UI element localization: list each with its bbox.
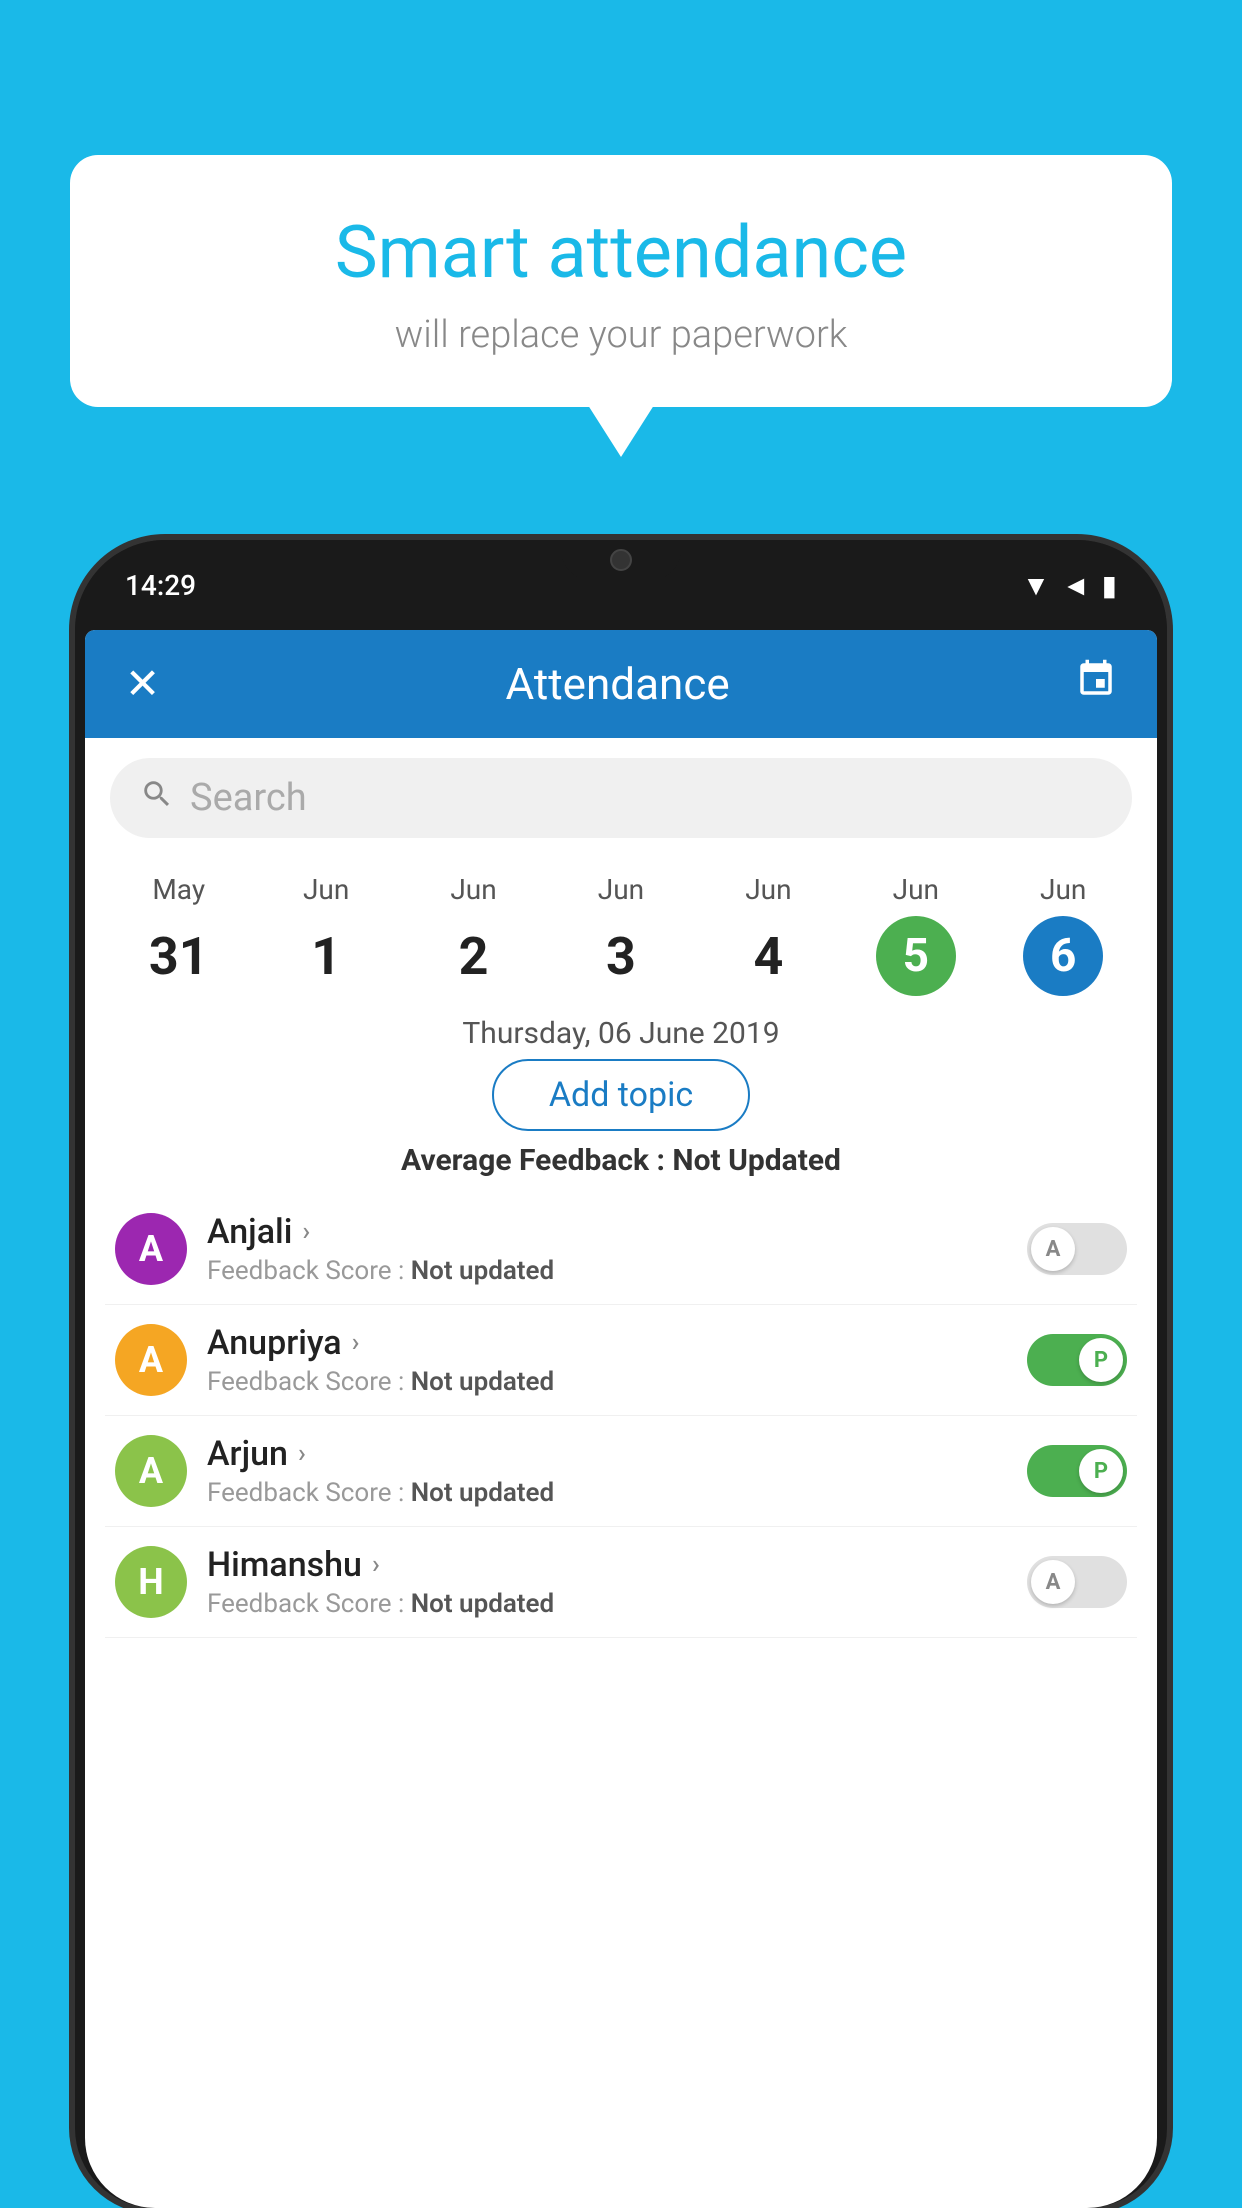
toggle-circle: P [1079, 1338, 1123, 1382]
add-topic-button[interactable]: Add topic [492, 1059, 750, 1131]
app-title: Attendance [506, 658, 730, 710]
date-day-2: 2 [434, 916, 514, 996]
speech-bubble: Smart attendance will replace your paper… [70, 155, 1172, 407]
date-col-may31[interactable]: May 31 [139, 873, 219, 996]
avatar: A [115, 1435, 187, 1507]
date-day-6: 6 [1023, 916, 1103, 996]
notch [561, 540, 681, 580]
date-month-jun3: Jun [598, 873, 644, 906]
date-month-jun6: Jun [1040, 873, 1086, 906]
chevron-right-icon: › [352, 1328, 360, 1358]
date-day-4: 4 [728, 916, 808, 996]
student-name: Anupriya › [207, 1323, 1007, 1363]
chevron-right-icon: › [302, 1217, 310, 1247]
student-info: Arjun › Feedback Score : Not updated [207, 1434, 1007, 1508]
student-info: Himanshu › Feedback Score : Not updated [207, 1545, 1007, 1619]
camera-dot [610, 549, 632, 571]
bubble-subtitle: will replace your paperwork [130, 313, 1112, 357]
search-bar[interactable]: Search [110, 758, 1132, 838]
battery-icon: ▮ [1102, 569, 1117, 602]
app-header: ✕ Attendance [85, 630, 1157, 738]
date-month-jun1: Jun [303, 873, 349, 906]
student-name: Himanshu › [207, 1545, 1007, 1585]
list-item[interactable]: A Anupriya › Feedback Score : Not update… [105, 1305, 1137, 1416]
attendance-toggle[interactable]: A [1027, 1556, 1127, 1608]
date-strip: May 31 Jun 1 Jun 2 Jun 3 Jun 4 Jun 5 [85, 858, 1157, 1006]
list-item[interactable]: A Anjali › Feedback Score : Not updated … [105, 1194, 1137, 1305]
avatar: A [115, 1213, 187, 1285]
student-feedback: Feedback Score : Not updated [207, 1256, 1007, 1286]
date-col-jun3[interactable]: Jun 3 [581, 873, 661, 996]
status-icons: ▼ ◄ ▮ [1022, 569, 1117, 602]
date-month-jun4: Jun [745, 873, 791, 906]
search-icon [140, 777, 174, 820]
date-col-jun1[interactable]: Jun 1 [286, 873, 366, 996]
list-item[interactable]: H Himanshu › Feedback Score : Not update… [105, 1527, 1137, 1638]
avg-feedback-label: Average Feedback : [401, 1143, 665, 1178]
student-name: Arjun › [207, 1434, 1007, 1474]
chevron-right-icon: › [372, 1550, 380, 1580]
attendance-toggle[interactable]: A [1027, 1223, 1127, 1275]
attendance-toggle[interactable]: P [1027, 1445, 1127, 1497]
date-day-31: 31 [139, 916, 219, 996]
student-name: Anjali › [207, 1212, 1007, 1252]
date-col-jun2[interactable]: Jun 2 [434, 873, 514, 996]
phone-top-bar: 14:29 ▼ ◄ ▮ [75, 540, 1167, 630]
student-list: A Anjali › Feedback Score : Not updated … [85, 1194, 1157, 1638]
date-col-jun4[interactable]: Jun 4 [728, 873, 808, 996]
close-button[interactable]: ✕ [125, 659, 160, 709]
avg-feedback: Average Feedback : Not Updated [85, 1143, 1157, 1178]
date-day-1: 1 [286, 916, 366, 996]
present-toggle[interactable]: P [1027, 1445, 1127, 1497]
student-feedback: Feedback Score : Not updated [207, 1478, 1007, 1508]
avatar: H [115, 1546, 187, 1618]
search-placeholder: Search [190, 776, 307, 820]
toggle-circle: A [1031, 1227, 1075, 1271]
avatar: A [115, 1324, 187, 1396]
signal-icon: ◄ [1062, 569, 1090, 602]
phone-screen: ✕ Attendance Search May 31 [85, 630, 1157, 2208]
avg-feedback-value: Not Updated [672, 1143, 841, 1178]
date-day-3: 3 [581, 916, 661, 996]
date-month-jun2: Jun [450, 873, 496, 906]
bubble-title: Smart attendance [130, 210, 1112, 295]
list-item[interactable]: A Arjun › Feedback Score : Not updated P [105, 1416, 1137, 1527]
status-time: 14:29 [125, 569, 196, 602]
toggle-circle: A [1031, 1560, 1075, 1604]
student-feedback: Feedback Score : Not updated [207, 1367, 1007, 1397]
calendar-icon[interactable] [1075, 658, 1117, 710]
selected-date-label: Thursday, 06 June 2019 [85, 1016, 1157, 1051]
attendance-toggle[interactable]: P [1027, 1334, 1127, 1386]
chevron-right-icon: › [298, 1439, 306, 1469]
absent-toggle[interactable]: A [1027, 1223, 1127, 1275]
student-feedback: Feedback Score : Not updated [207, 1589, 1007, 1619]
date-day-5: 5 [876, 916, 956, 996]
present-toggle[interactable]: P [1027, 1334, 1127, 1386]
student-info: Anupriya › Feedback Score : Not updated [207, 1323, 1007, 1397]
wifi-icon: ▼ [1022, 569, 1050, 602]
absent-toggle[interactable]: A [1027, 1556, 1127, 1608]
phone-frame: 14:29 ▼ ◄ ▮ ✕ Attendance [75, 540, 1167, 2208]
date-month-jun5: Jun [893, 873, 939, 906]
student-info: Anjali › Feedback Score : Not updated [207, 1212, 1007, 1286]
date-month-may31: May [152, 873, 205, 906]
date-col-jun5[interactable]: Jun 5 [876, 873, 956, 996]
date-col-jun6[interactable]: Jun 6 [1023, 873, 1103, 996]
toggle-circle: P [1079, 1449, 1123, 1493]
